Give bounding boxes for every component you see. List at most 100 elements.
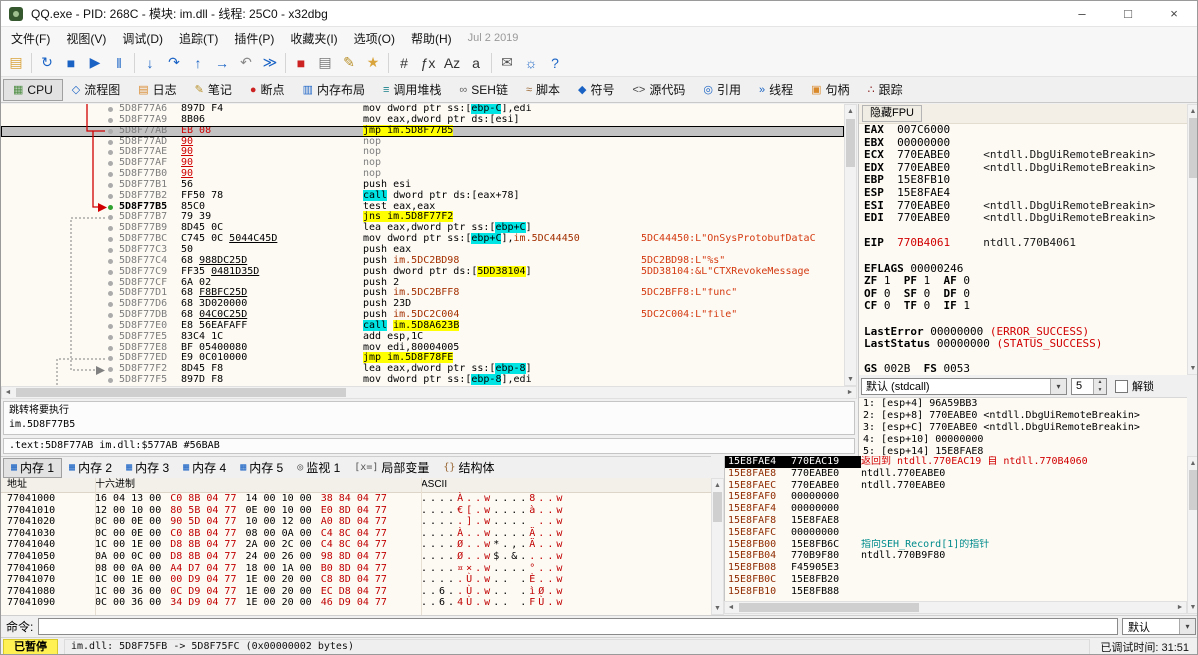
menu-item[interactable]: 插件(P) xyxy=(226,28,282,49)
comment-icon[interactable]: ▤ xyxy=(313,51,337,75)
step-over-icon[interactable]: ↷ xyxy=(162,51,186,75)
instruction-dot[interactable] xyxy=(108,128,113,134)
instruction-dot[interactable] xyxy=(108,107,113,112)
maximize-button[interactable]: □ xyxy=(1105,1,1151,26)
instruction-dot[interactable] xyxy=(108,204,113,210)
instruction-dot[interactable] xyxy=(108,345,113,351)
instruction-dot[interactable] xyxy=(108,182,113,188)
memory-dump-pane[interactable]: 地址 十六进制 ASCII 77041000 16 04 13 00 C0 8B 0… xyxy=(1,478,711,615)
tab-memory-map[interactable]: ▥ 内存布局 xyxy=(294,79,374,101)
step-out-icon[interactable]: ↑ xyxy=(186,51,210,75)
menu-item[interactable]: 选项(O) xyxy=(346,28,403,49)
tab-breakpoints[interactable]: ● 断点 xyxy=(241,79,294,101)
menu-item[interactable]: 视图(V) xyxy=(58,28,114,49)
minimize-button[interactable]: – xyxy=(1059,1,1105,26)
instruction-dot[interactable] xyxy=(108,313,113,319)
favourites-icon[interactable]: ★ xyxy=(361,51,385,75)
tab-source[interactable]: <> 源代码 xyxy=(624,79,695,101)
highlight-icon[interactable]: a xyxy=(464,51,488,75)
tab-memory-1[interactable]: ▦ 内存 1 xyxy=(3,457,63,478)
scroll-down-icon[interactable]: ▼ xyxy=(1188,601,1197,613)
menu-item[interactable]: 追踪(T) xyxy=(171,28,226,49)
stack-row[interactable]: 15E8FAF4 00000000 xyxy=(725,503,1187,515)
run-icon[interactable]: ▶ xyxy=(83,51,107,75)
restart-icon[interactable]: ↻ xyxy=(35,51,59,75)
run-back-icon[interactable]: ↶ xyxy=(234,51,258,75)
dump-row[interactable]: 77041030 0C 00 0E 00 C0 8B 04 77 08 00 0A 0… xyxy=(1,528,711,540)
register-line[interactable]: CF 0 TF 0 IF 1 xyxy=(859,300,1187,313)
scrollbar-thumb[interactable] xyxy=(713,492,722,522)
trace-into-icon[interactable]: ≫ xyxy=(258,51,282,75)
command-profile-select[interactable]: 默认 ▾ xyxy=(1122,618,1196,635)
step-into-icon[interactable]: ↓ xyxy=(138,51,162,75)
arg-row[interactable]: 1: [esp+4] 96A59BB3 xyxy=(859,398,1187,410)
disasm-row[interactable]: 5D8F77C9 FF35 0481D35D push dword ptr ds:[… xyxy=(1,265,844,278)
instruction-dot[interactable] xyxy=(108,356,113,362)
dump-row[interactable]: 77041080 1C 00 36 00 0C D9 04 77 1E 00 20 0… xyxy=(1,586,711,598)
scroll-down-icon[interactable]: ▼ xyxy=(845,373,856,385)
menu-item[interactable]: 调试(D) xyxy=(114,28,171,49)
tab-trace[interactable]: ∴ 跟踪 xyxy=(859,79,912,101)
tab-memory-4[interactable]: ▦ 内存 4 xyxy=(176,458,233,478)
stack-row[interactable]: 15E8FAE8 770EABE0 ntdll.770EABE0 xyxy=(725,468,1187,480)
tab-threads[interactable]: » 线程 xyxy=(750,79,802,101)
instruction-dot[interactable] xyxy=(108,258,113,264)
fx-icon[interactable]: ƒx xyxy=(416,51,440,75)
hide-fpu-button[interactable]: 隐藏FPU xyxy=(862,105,922,122)
dump-row[interactable]: 77041010 12 00 10 00 80 5B 04 77 0E 00 10 0… xyxy=(1,505,711,517)
tab-cpu[interactable]: ▦ CPU xyxy=(3,78,63,101)
menu-item[interactable]: 文件(F) xyxy=(3,28,58,49)
stack-pane[interactable]: 15E8FAE4 770EAC19 返回到 ntdll.770EAC19 自 ntd… xyxy=(724,456,1187,601)
disasm-row[interactable]: 5D8F77AB EB 08 jmp im.5D8F77B5 xyxy=(1,124,844,137)
registers-scrollbar[interactable]: ▲ ▼ xyxy=(1187,104,1197,375)
az-icon[interactable]: Az xyxy=(440,51,464,75)
instruction-dot[interactable] xyxy=(108,172,113,178)
tab-locals[interactable]: [x=] 局部变量 xyxy=(347,458,436,478)
tab-handles[interactable]: ▣ 句柄 xyxy=(802,79,858,101)
dump-row[interactable]: 77041060 08 00 0A 00 A4 D7 04 77 18 00 1A 0… xyxy=(1,563,711,575)
instruction-dot[interactable] xyxy=(108,291,113,297)
arg-row[interactable]: 4: [esp+10] 00000000 xyxy=(859,434,1187,446)
disassembly-view[interactable]: 5D8F77A6 897D F4 mov dword ptr ss:[ebp-C],… xyxy=(1,104,844,386)
dump-row[interactable]: 77041050 0A 00 0C 00 D8 8B 04 77 24 00 26 0… xyxy=(1,551,711,563)
tab-notes[interactable]: ✎ 笔记 xyxy=(186,79,241,101)
dump-row[interactable]: 77041090 0C 00 36 00 34 D9 04 77 1E 00 20 0… xyxy=(1,597,711,609)
chevron-down-icon[interactable]: ▾ xyxy=(1179,619,1195,634)
disasm-vertical-scrollbar[interactable]: ▲ ▼ xyxy=(844,104,857,386)
scrollbar-thumb[interactable] xyxy=(739,603,919,612)
tab-memory-3[interactable]: ▦ 内存 3 xyxy=(119,458,176,478)
scroll-up-icon[interactable]: ▲ xyxy=(845,105,856,117)
instruction-dot[interactable] xyxy=(108,323,113,329)
stack-row[interactable]: 15E8FAF8 15E8FAE8 xyxy=(725,515,1187,527)
stack-row[interactable]: 15E8FB0C 15E8FB20 xyxy=(725,574,1187,586)
instruction-dot[interactable] xyxy=(108,150,113,156)
disasm-horizontal-scrollbar[interactable]: ◄ ► xyxy=(1,386,857,399)
stack-row[interactable]: 15E8FB04 770B9F80 ntdll.770B9F80 xyxy=(725,550,1187,562)
run-to-user-icon[interactable]: → xyxy=(210,51,234,75)
stepper-up-icon[interactable]: ▲ xyxy=(1094,378,1106,386)
stack-horizontal-scrollbar[interactable]: ◄ ► xyxy=(724,601,1187,614)
unlock-checkbox[interactable] xyxy=(1115,379,1128,393)
tab-graph[interactable]: ◇ 流程图 xyxy=(63,79,129,101)
help-icon[interactable]: ? xyxy=(543,51,567,75)
calling-convention-select[interactable]: 默认 (stdcall) ▾ xyxy=(861,377,1067,395)
patch-icon[interactable]: ■ xyxy=(289,51,313,75)
tab-script[interactable]: ≈ 脚本 xyxy=(517,79,569,101)
instruction-dot[interactable] xyxy=(108,139,113,145)
tab-symbols[interactable]: ◆ 符号 xyxy=(569,79,623,101)
scrollbar-thumb[interactable] xyxy=(1189,118,1197,178)
open-file-icon[interactable]: ▤ xyxy=(4,51,28,75)
menu-item[interactable]: 收藏夹(I) xyxy=(282,28,345,49)
scroll-right-icon[interactable]: ► xyxy=(1174,602,1186,613)
register-line[interactable]: GS 002B FS 0053 xyxy=(859,362,1187,375)
instruction-dot[interactable] xyxy=(108,367,113,373)
scroll-left-icon[interactable]: ◄ xyxy=(725,602,737,613)
dump-row[interactable]: 77041020 0C 00 0E 00 90 5D 04 77 10 00 12 0… xyxy=(1,516,711,528)
tab-seh[interactable]: ∞ SEH链 xyxy=(450,79,517,101)
instruction-dot[interactable] xyxy=(108,334,113,340)
instruction-dot[interactable] xyxy=(108,280,113,286)
settings-icon[interactable]: ☼ xyxy=(519,51,543,75)
stack-row[interactable]: 15E8FAF0 00000000 xyxy=(725,491,1187,503)
dump-scrollbar[interactable]: ▲ ▼ xyxy=(711,478,724,615)
instruction-dot[interactable] xyxy=(108,302,113,308)
